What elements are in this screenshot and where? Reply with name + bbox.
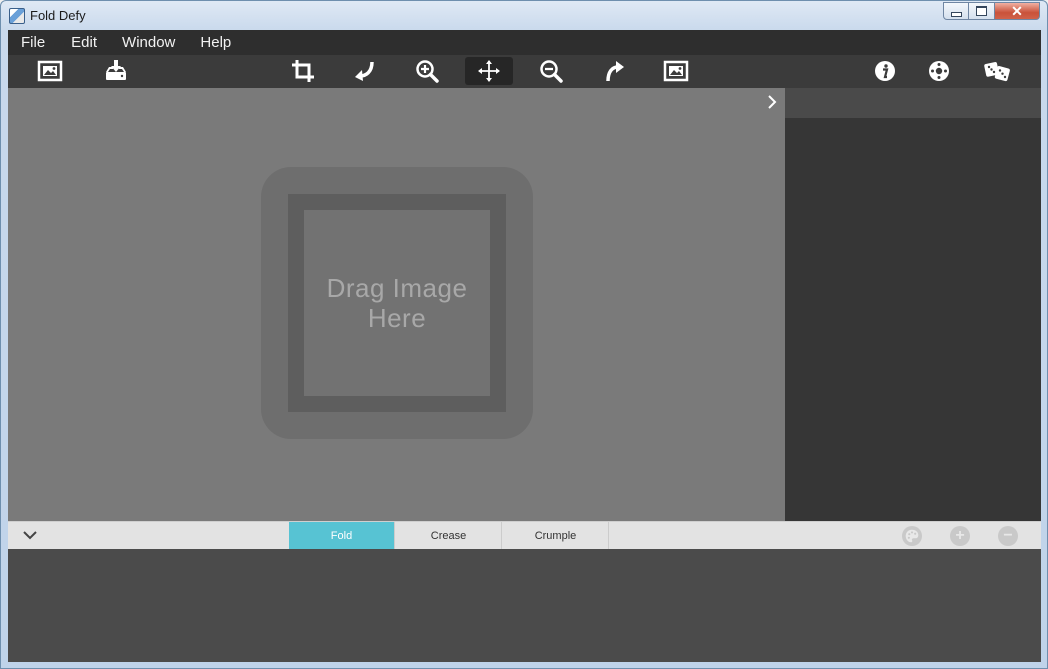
random-dice-icon [984,62,1010,82]
tab-crumple[interactable]: Crumple [503,522,609,549]
bottom-tab-bar: Fold Crease Crumple + − [8,521,1041,549]
rotate-left-icon [355,61,374,81]
menu-file[interactable]: File [21,30,45,55]
toolbar [8,55,1041,88]
app-logo-icon [9,8,25,24]
maximize-button[interactable] [969,2,995,20]
app-window: Fold Defy ✕ File Edit Window Help Drag I… [0,0,1048,669]
caption-buttons: ✕ [943,2,1040,20]
tab-crease[interactable]: Crease [396,522,502,549]
menu-edit[interactable]: Edit [71,30,97,55]
maximize-icon [976,6,987,16]
move-button[interactable] [465,57,513,85]
info-button[interactable] [861,57,909,85]
add-button[interactable]: + [950,526,970,546]
minimize-icon [950,11,962,17]
palette-button[interactable] [902,526,922,546]
crop-icon [292,60,314,82]
open-image-button[interactable] [26,57,74,85]
client-area: File Edit Window Help Drag Image Here Fo… [8,30,1041,662]
minimize-button[interactable] [943,2,969,20]
menu-bar: File Edit Window Help [8,30,1041,55]
move-icon [478,60,500,82]
drop-zone-inner: Drag Image Here [304,210,490,396]
expand-panel-button[interactable] [764,92,780,112]
menu-window[interactable]: Window [122,30,175,55]
menu-help[interactable]: Help [200,30,231,55]
minus-icon: − [1003,527,1013,544]
title-bar[interactable]: Fold Defy ✕ [1,1,1047,30]
close-button[interactable]: ✕ [995,2,1040,20]
side-panel [785,88,1041,521]
fit-image-icon [663,60,689,82]
side-panel-header [785,88,1041,118]
redo-icon [606,61,624,82]
close-icon: ✕ [1011,2,1023,19]
remove-button[interactable]: − [998,526,1018,546]
palette-icon [905,529,919,543]
redo-button[interactable] [590,57,638,85]
fit-image-button[interactable] [652,57,700,85]
collapse-panel-button[interactable] [22,528,38,542]
zoom-out-button[interactable] [527,57,575,85]
chevron-right-icon [768,95,777,109]
image-canvas[interactable]: Drag Image Here [8,88,785,521]
random-dice-button[interactable] [974,57,1022,85]
drop-zone-frame: Drag Image Here [288,194,506,412]
window-title: Fold Defy [30,8,86,23]
bottom-panel [8,549,1041,662]
zoom-in-icon [416,60,439,83]
crop-button[interactable] [279,57,327,85]
tab-fold[interactable]: Fold [289,522,395,549]
drop-hint-text: Drag Image Here [326,273,468,333]
zoom-out-icon [540,60,563,83]
info-icon [875,61,895,81]
open-image-icon [37,60,63,82]
drop-zone[interactable]: Drag Image Here [261,167,533,439]
chevron-down-icon [23,531,37,540]
plus-icon: + [955,527,965,544]
save-download-icon [106,60,126,80]
rotate-left-button[interactable] [341,57,389,85]
settings-button[interactable] [915,57,963,85]
settings-icon [929,61,949,81]
save-download-button[interactable] [92,57,140,85]
zoom-in-button[interactable] [403,57,451,85]
